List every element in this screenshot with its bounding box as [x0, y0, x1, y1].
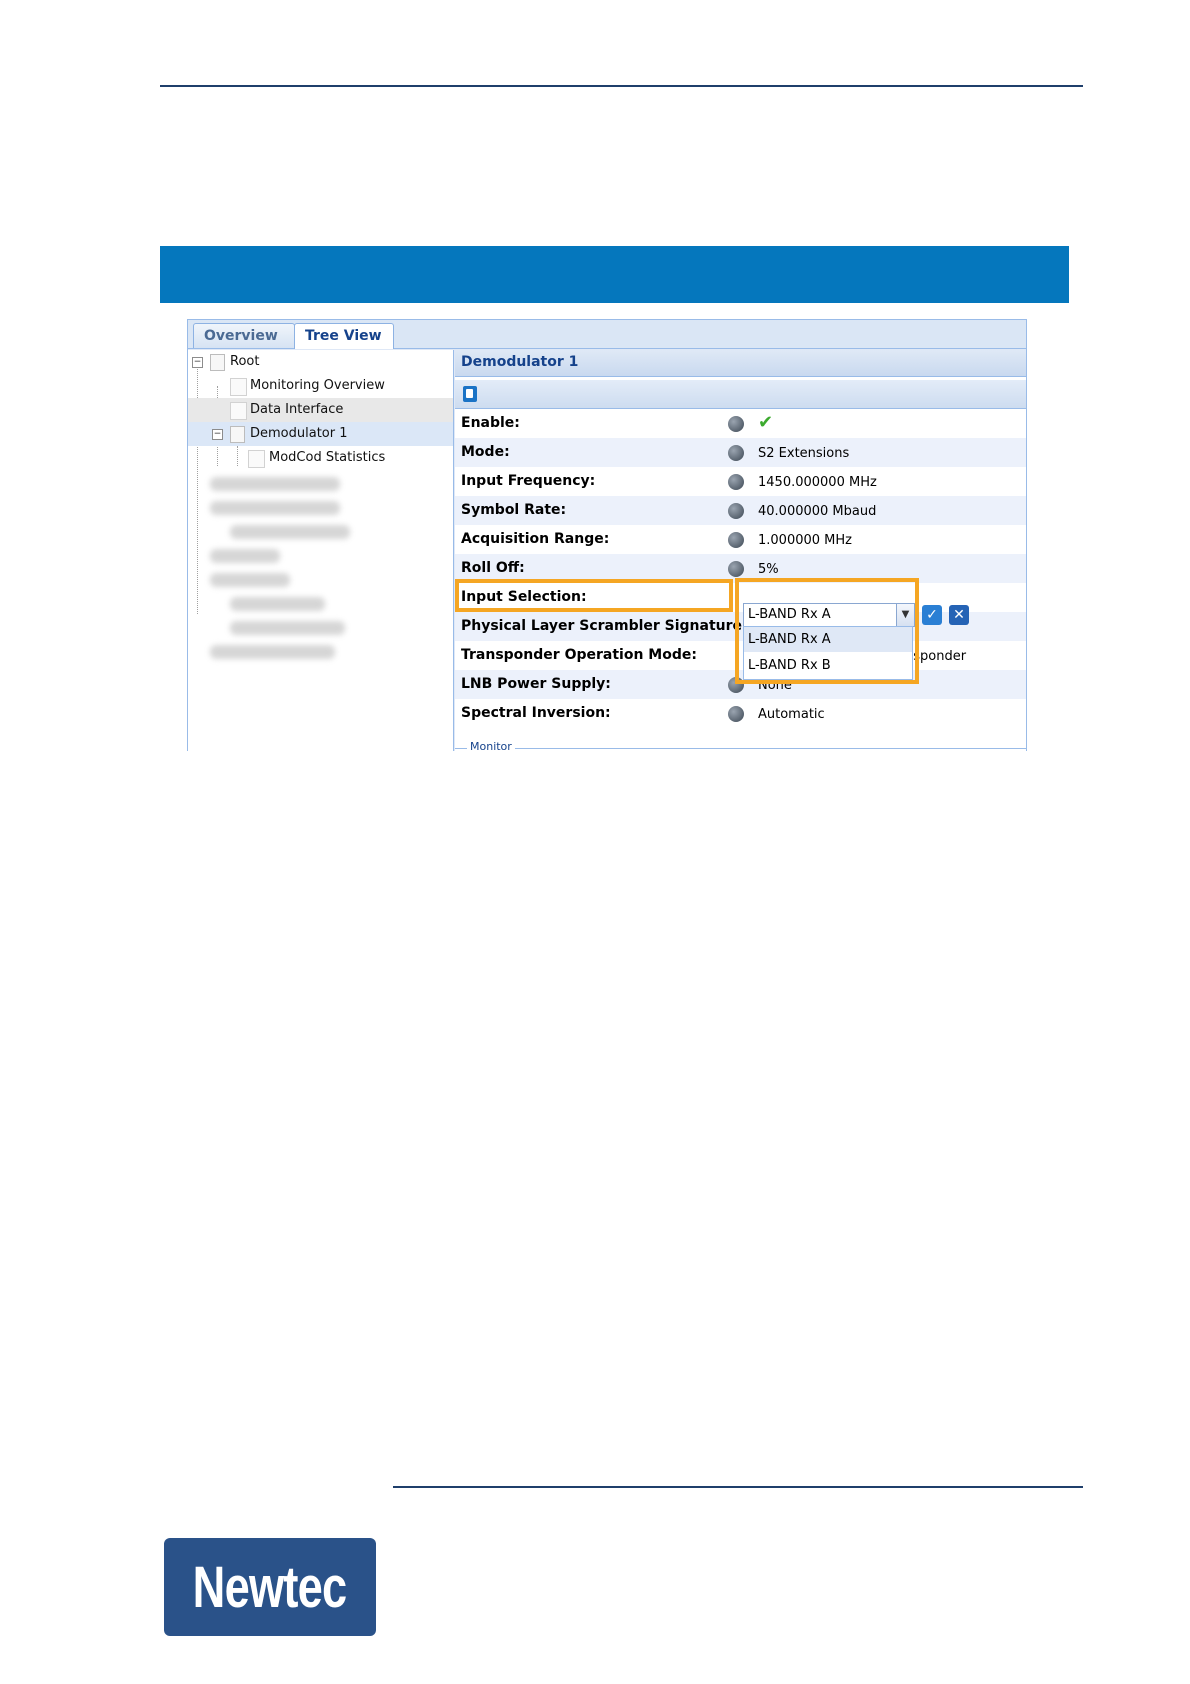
info-icon[interactable] — [728, 561, 744, 577]
fieldset-legend: Monitor — [467, 740, 515, 751]
confirm-button[interactable]: ✓ — [922, 605, 942, 625]
highlight-frame — [735, 578, 919, 684]
page-icon — [230, 402, 247, 420]
blurred-tree-item — [230, 621, 345, 635]
footer-rule — [393, 1486, 1083, 1488]
info-icon[interactable] — [728, 416, 744, 432]
tree-item-monitoring-overview[interactable]: Monitoring Overview — [188, 374, 453, 398]
logo-text: Newtec — [193, 1554, 348, 1620]
blurred-tree-item — [210, 501, 340, 515]
property-row-acquisition-range: Acquisition Range: 1.000000 MHz — [455, 525, 1026, 554]
collapse-icon[interactable]: − — [192, 357, 203, 368]
tree-item-root[interactable]: − Root — [188, 350, 453, 374]
info-icon[interactable] — [728, 532, 744, 548]
tree-item-label: Data Interface — [250, 402, 344, 417]
blurred-tree-item — [210, 573, 290, 587]
tree-item-label: Monitoring Overview — [250, 378, 385, 393]
property-label: Enable: — [461, 415, 520, 431]
property-label: Mode: — [461, 444, 510, 460]
collapse-icon[interactable]: − — [212, 429, 223, 440]
page-icon — [230, 378, 247, 396]
property-row-enable: Enable: ✔ — [455, 409, 1026, 438]
property-value: 40.000000 Mbaud — [758, 504, 877, 519]
newtec-logo: Newtec — [164, 1538, 376, 1636]
property-row-mode: Mode: S2 Extensions — [455, 438, 1026, 467]
section-band — [160, 246, 1069, 303]
property-label: Transponder Operation Mode: — [461, 647, 697, 663]
tree-item-data-interface[interactable]: Data Interface — [188, 398, 453, 422]
tree-item-demodulator-1[interactable]: − Demodulator 1 — [188, 422, 453, 446]
detail-panel: Demodulator 1 Enable: ✔ Mode: S2 Extensi… — [455, 350, 1026, 751]
property-row-spectral-inversion: Spectral Inversion: Automatic — [455, 699, 1026, 728]
property-label: Symbol Rate: — [461, 502, 567, 518]
info-icon[interactable] — [728, 474, 744, 490]
blurred-tree-item — [230, 597, 325, 611]
tree-item-label: Root — [230, 354, 260, 369]
property-value: 1450.000000 MHz — [758, 475, 877, 490]
tree-item-modcod-statistics[interactable]: ModCod Statistics — [188, 446, 453, 470]
info-icon[interactable] — [728, 503, 744, 519]
blurred-tree-item — [230, 525, 350, 539]
tree-panel: − Root Monitoring Overview Data Interfac… — [188, 350, 454, 751]
screenshot-window: Overview Tree View − Root Monitoring Ove… — [187, 319, 1027, 751]
property-row-input-frequency: Input Frequency: 1450.000000 MHz — [455, 467, 1026, 496]
blurred-tree-item — [210, 477, 340, 491]
panel-header: Demodulator 1 — [455, 350, 1026, 377]
property-value: S2 Extensions — [758, 446, 850, 461]
property-value: 5% — [758, 562, 779, 577]
property-label: Physical Layer Scrambler Signature — [461, 618, 743, 634]
blurred-tree-item — [210, 645, 335, 659]
property-label: Acquisition Range: — [461, 531, 610, 547]
edit-document-icon[interactable] — [463, 386, 477, 402]
cancel-button[interactable]: ✕ — [949, 605, 969, 625]
tree-item-label: ModCod Statistics — [269, 450, 386, 465]
checkmark-icon: ✔ — [758, 412, 774, 433]
property-row-symbol-rate: Symbol Rate: 40.000000 Mbaud — [455, 496, 1026, 525]
property-label: Spectral Inversion: — [461, 705, 611, 721]
property-label: LNB Power Supply: — [461, 676, 611, 692]
panel-toolbar — [455, 380, 1026, 409]
panel-title: Demodulator 1 — [461, 354, 579, 370]
property-value: 1.000000 MHz — [758, 533, 852, 548]
tab-tree-view[interactable]: Tree View — [294, 323, 394, 349]
property-label: Input Frequency: — [461, 473, 596, 489]
page-icon — [248, 450, 265, 468]
fieldset-border — [455, 748, 1026, 749]
monitor-fieldset: Monitor — [455, 740, 1026, 751]
info-icon[interactable] — [728, 706, 744, 722]
folder-icon — [210, 354, 225, 371]
highlight-frame — [455, 579, 733, 612]
folder-icon — [230, 426, 245, 443]
tab-bar: Overview Tree View — [188, 320, 1026, 349]
header-rule — [160, 85, 1083, 87]
tab-overview[interactable]: Overview — [193, 323, 295, 348]
tree-item-label: Demodulator 1 — [250, 426, 348, 441]
blurred-tree-item — [210, 549, 280, 563]
property-value: Automatic — [758, 707, 825, 722]
property-label: Roll Off: — [461, 560, 525, 576]
info-icon[interactable] — [728, 445, 744, 461]
